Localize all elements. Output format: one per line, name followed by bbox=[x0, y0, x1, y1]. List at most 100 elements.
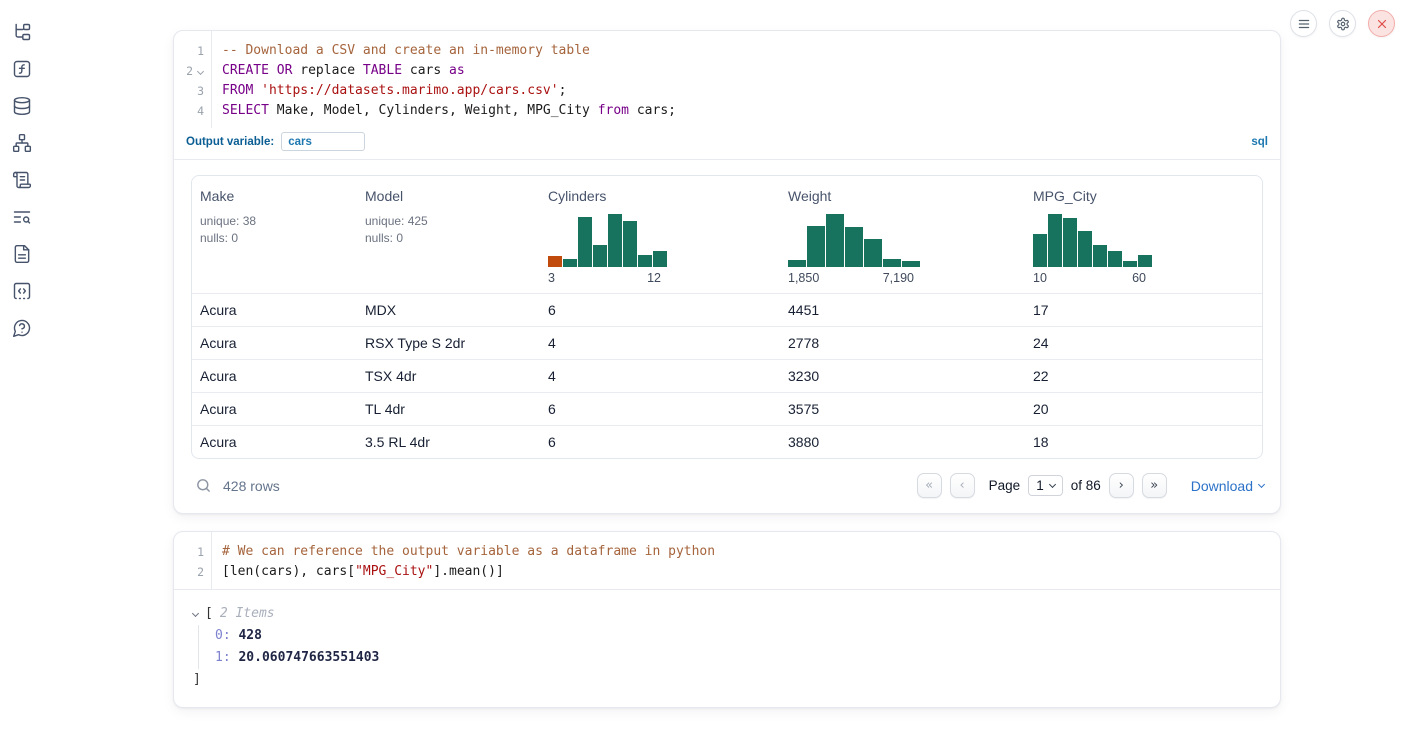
table-row[interactable]: AcuraRSX Type S 2dr4277824 bbox=[192, 326, 1262, 359]
open-bracket: [ bbox=[205, 603, 213, 625]
column-title: MPG_City bbox=[1033, 188, 1254, 204]
table-header-cell[interactable]: MPG_City 1060 bbox=[1025, 176, 1262, 293]
table-cell: 22 bbox=[1025, 368, 1262, 384]
table-cell: 6 bbox=[540, 302, 780, 318]
output-variable-row: Output variable: sql bbox=[174, 128, 1280, 160]
close-bracket: ] bbox=[193, 669, 1264, 691]
code-line[interactable]: 2CREATE OR replace TABLE cars as bbox=[174, 61, 1280, 81]
chevron-down-icon bbox=[1258, 481, 1265, 488]
settings-button[interactable] bbox=[1329, 10, 1356, 37]
table-row[interactable]: AcuraTL 4dr6357520 bbox=[192, 392, 1262, 425]
histogram-bar bbox=[1063, 218, 1077, 267]
sql-cell: 1-- Download a CSV and create an in-memo… bbox=[173, 30, 1281, 514]
table-cell: 3230 bbox=[780, 368, 1025, 384]
table-row[interactable]: AcuraMDX6445117 bbox=[192, 293, 1262, 326]
column-title: Weight bbox=[788, 188, 1017, 204]
network-icon[interactable] bbox=[12, 133, 32, 153]
table-cell: TL 4dr bbox=[357, 401, 540, 417]
database-icon[interactable] bbox=[12, 96, 32, 116]
histogram: 1060 bbox=[1033, 212, 1254, 285]
code-line[interactable]: 1# We can reference the output variable … bbox=[174, 542, 1280, 562]
table-footer: 428 rows « ‹ Page 1 of 86 › » Download bbox=[174, 459, 1280, 513]
histogram-bar bbox=[1138, 255, 1152, 267]
file-tree-icon[interactable] bbox=[12, 22, 32, 42]
column-title: Model bbox=[365, 188, 532, 204]
tree-entry-key: 0: bbox=[215, 628, 238, 643]
code-square-icon[interactable] bbox=[12, 281, 32, 301]
data-table: Makeunique: 38nulls: 0Modelunique: 425nu… bbox=[191, 175, 1263, 459]
histogram-bar bbox=[864, 239, 882, 267]
row-count: 428 rows bbox=[223, 478, 280, 494]
table-body: AcuraMDX6445117AcuraRSX Type S 2dr427782… bbox=[192, 293, 1262, 458]
code-text: [len(cars), cars["MPG_City"].mean()] bbox=[211, 562, 504, 582]
prev-page-button[interactable]: ‹ bbox=[950, 473, 975, 498]
histogram-bar bbox=[1078, 231, 1092, 267]
histogram-bar bbox=[1123, 261, 1137, 267]
line-number: 2 bbox=[174, 562, 211, 582]
table-header-cell[interactable]: Cylinders312 bbox=[540, 176, 780, 293]
code-line[interactable]: 1-- Download a CSV and create an in-memo… bbox=[174, 41, 1280, 61]
tree-entry: 1: 20.060747663551403 bbox=[215, 647, 1264, 669]
histogram-bar bbox=[623, 221, 637, 267]
tree-entry-value: 20.060747663551403 bbox=[238, 650, 379, 665]
help-bubble-icon[interactable] bbox=[12, 318, 32, 338]
histogram: 1,8507,190 bbox=[788, 212, 1017, 285]
table-row[interactable]: Acura3.5 RL 4dr6388018 bbox=[192, 425, 1262, 458]
histogram-axis: 312 bbox=[548, 271, 673, 285]
python-cell: 1# We can reference the output variable … bbox=[173, 531, 1281, 708]
table-cell: 3880 bbox=[780, 434, 1025, 450]
table-header-cell[interactable]: Modelunique: 425nulls: 0 bbox=[357, 176, 540, 293]
shutdown-button[interactable] bbox=[1368, 10, 1395, 37]
histogram-bar bbox=[578, 217, 592, 267]
table-cell: Acura bbox=[192, 335, 357, 351]
table-cell: MDX bbox=[357, 302, 540, 318]
hamburger-menu-button[interactable] bbox=[1290, 10, 1317, 37]
histogram-bar bbox=[883, 259, 901, 267]
table-cell: TSX 4dr bbox=[357, 368, 540, 384]
search-icon[interactable] bbox=[195, 477, 212, 494]
table-cell: 17 bbox=[1025, 302, 1262, 318]
gutter-separator bbox=[211, 31, 212, 128]
list-search-icon[interactable] bbox=[12, 207, 32, 227]
python-code-editor[interactable]: 1# We can reference the output variable … bbox=[174, 532, 1280, 589]
table-cell: RSX Type S 2dr bbox=[357, 335, 540, 351]
table-cell: 4 bbox=[540, 335, 780, 351]
histogram-bar bbox=[593, 245, 607, 267]
code-line[interactable]: 3FROM 'https://datasets.marimo.app/cars.… bbox=[174, 81, 1280, 101]
output-variable-input[interactable] bbox=[281, 132, 365, 151]
histogram-axis: 1,8507,190 bbox=[788, 271, 926, 285]
table-header-cell[interactable]: Weight 1,8507,190 bbox=[780, 176, 1025, 293]
table-header: Makeunique: 38nulls: 0Modelunique: 425nu… bbox=[192, 176, 1262, 293]
column-title: Make bbox=[200, 188, 349, 204]
pagination: « ‹ Page 1 of 86 › » Download bbox=[917, 473, 1264, 498]
histogram-bar bbox=[653, 251, 667, 267]
collapse-chevron-icon[interactable] bbox=[192, 609, 199, 616]
first-page-button[interactable]: « bbox=[917, 473, 942, 498]
last-page-button[interactable]: » bbox=[1142, 473, 1167, 498]
table-header-cell[interactable]: Makeunique: 38nulls: 0 bbox=[192, 176, 357, 293]
histogram-bar bbox=[1108, 251, 1122, 267]
fold-chevron-icon[interactable] bbox=[196, 69, 204, 74]
table-cell: 3575 bbox=[780, 401, 1025, 417]
sql-code-editor[interactable]: 1-- Download a CSV and create an in-memo… bbox=[174, 31, 1280, 128]
page-number-select[interactable]: 1 bbox=[1028, 475, 1063, 496]
tree-entry: 0: 428 bbox=[215, 625, 1264, 647]
table-cell: 20 bbox=[1025, 401, 1262, 417]
table-cell: 3.5 RL 4dr bbox=[357, 434, 540, 450]
scroll-icon[interactable] bbox=[12, 170, 32, 190]
table-cell: Acura bbox=[192, 368, 357, 384]
output-variable-label: Output variable: bbox=[186, 136, 274, 148]
download-label: Download bbox=[1191, 478, 1253, 494]
histogram-bar bbox=[1093, 245, 1107, 267]
download-button[interactable]: Download bbox=[1191, 478, 1264, 494]
next-page-button[interactable]: › bbox=[1109, 473, 1134, 498]
tree-entries: 0: 4281: 20.060747663551403 bbox=[198, 625, 1264, 669]
code-line[interactable]: 4SELECT Make, Model, Cylinders, Weight, … bbox=[174, 101, 1280, 121]
file-text-icon[interactable] bbox=[12, 244, 32, 264]
table-cell: Acura bbox=[192, 401, 357, 417]
function-square-icon[interactable] bbox=[12, 59, 32, 79]
code-line[interactable]: 2[len(cars), cars["MPG_City"].mean()] bbox=[174, 562, 1280, 582]
page-label: Page bbox=[989, 478, 1021, 493]
histogram-bar bbox=[807, 226, 825, 267]
table-row[interactable]: AcuraTSX 4dr4323022 bbox=[192, 359, 1262, 392]
